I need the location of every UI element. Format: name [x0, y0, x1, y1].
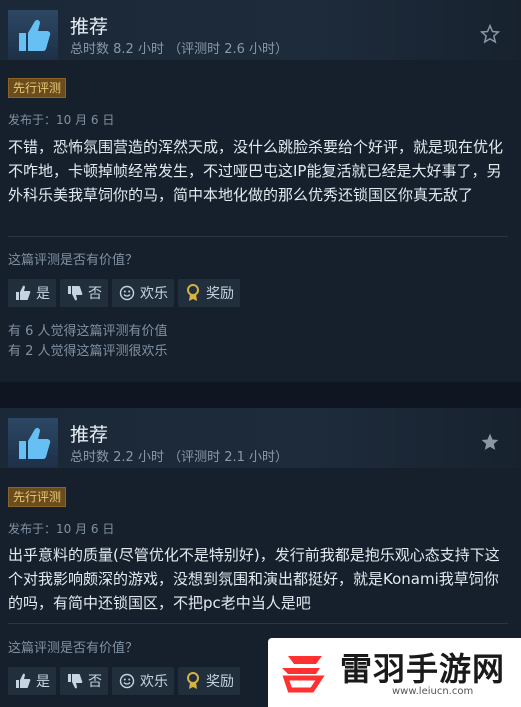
early-access-badge: 先行评测 [8, 487, 67, 507]
smile-icon [118, 672, 136, 690]
playtime-hours: 总时数 2.2 小时 （评测时 2.1 小时） [70, 450, 289, 465]
vote-yes-label: 是 [36, 286, 50, 302]
star-icon[interactable] [479, 431, 501, 453]
helpful-question: 这篇评测是否有价值？ [8, 253, 139, 268]
vote-no-label: 否 [88, 286, 102, 302]
recommended-thumb-icon [8, 418, 58, 468]
smile-icon [118, 284, 136, 302]
vote-buttons: 是 否 欢乐 奖励 [8, 279, 240, 307]
thumbs-down-icon [66, 672, 84, 690]
award-icon [184, 672, 202, 690]
funny-count: 有 2 人觉得这篇评测很欢乐 [8, 344, 168, 359]
vote-funny-label: 欢乐 [140, 286, 168, 302]
award-icon [184, 284, 202, 302]
vote-yes-button[interactable]: 是 [8, 279, 56, 307]
award-button[interactable]: 奖励 [178, 279, 240, 307]
star-icon[interactable] [479, 23, 501, 45]
review-header: 推荐 总时数 2.2 小时 （评测时 2.1 小时） [0, 408, 521, 468]
posted-date: 发布于：10 月 6 日 [8, 522, 115, 536]
helpful-count: 有 6 人觉得这篇评测有价值 [8, 324, 168, 339]
thumbs-up-icon [14, 672, 32, 690]
vote-funny-button[interactable]: 欢乐 [112, 279, 174, 307]
early-access-badge: 先行评测 [8, 78, 67, 98]
vote-counts: 有 6 人觉得这篇评测有价值 有 2 人觉得这篇评测很欢乐 [8, 322, 168, 362]
posted-date: 发布于：10 月 6 日 [8, 113, 115, 127]
thumbs-down-icon [66, 284, 84, 302]
vote-yes-button[interactable]: 是 [8, 667, 56, 695]
recommended-thumb-icon [8, 10, 58, 60]
vote-buttons: 是 否 欢乐 奖励 [8, 667, 240, 695]
playtime-hours: 总时数 8.2 小时 （评测时 2.6 小时） [70, 42, 289, 57]
vote-yes-label: 是 [36, 674, 50, 690]
vote-funny-button[interactable]: 欢乐 [112, 667, 174, 695]
review-header: 推荐 总时数 8.2 小时 （评测时 2.6 小时） [0, 0, 521, 60]
award-label: 奖励 [206, 674, 234, 690]
helpful-question: 这篇评测是否有价值？ [8, 641, 139, 656]
review-text: 不错，恐怖氛围营造的浑然天成，没什么跳脸杀要给个好评，就是现在优化不咋地，卡顿掉… [8, 138, 504, 204]
divider [8, 623, 508, 624]
vote-no-button[interactable]: 否 [60, 667, 108, 695]
vote-no-label: 否 [88, 674, 102, 690]
watermark-url: www.leiucn.com [392, 686, 474, 697]
award-button[interactable]: 奖励 [178, 667, 240, 695]
award-label: 奖励 [206, 286, 234, 302]
watermark-site-name: 雷羽手游网 [340, 650, 506, 688]
review-text: 出乎意料的质量(尽管优化不是特别好)，发行前我都是抱乐观心态支持下这个对我影响颇… [8, 546, 500, 612]
card-gap [0, 382, 521, 408]
recommendation-title: 推荐 [70, 424, 109, 446]
site-watermark: 雷羽手游网 www.leiucn.com [268, 638, 521, 707]
recommendation-title: 推荐 [70, 16, 109, 38]
watermark-logo-icon [276, 648, 334, 698]
vote-no-button[interactable]: 否 [60, 279, 108, 307]
vote-funny-label: 欢乐 [140, 674, 168, 690]
thumbs-up-icon [14, 284, 32, 302]
review-card: 推荐 总时数 8.2 小时 （评测时 2.6 小时） 先行评测 发布于：10 月… [0, 0, 521, 382]
divider [8, 236, 508, 237]
